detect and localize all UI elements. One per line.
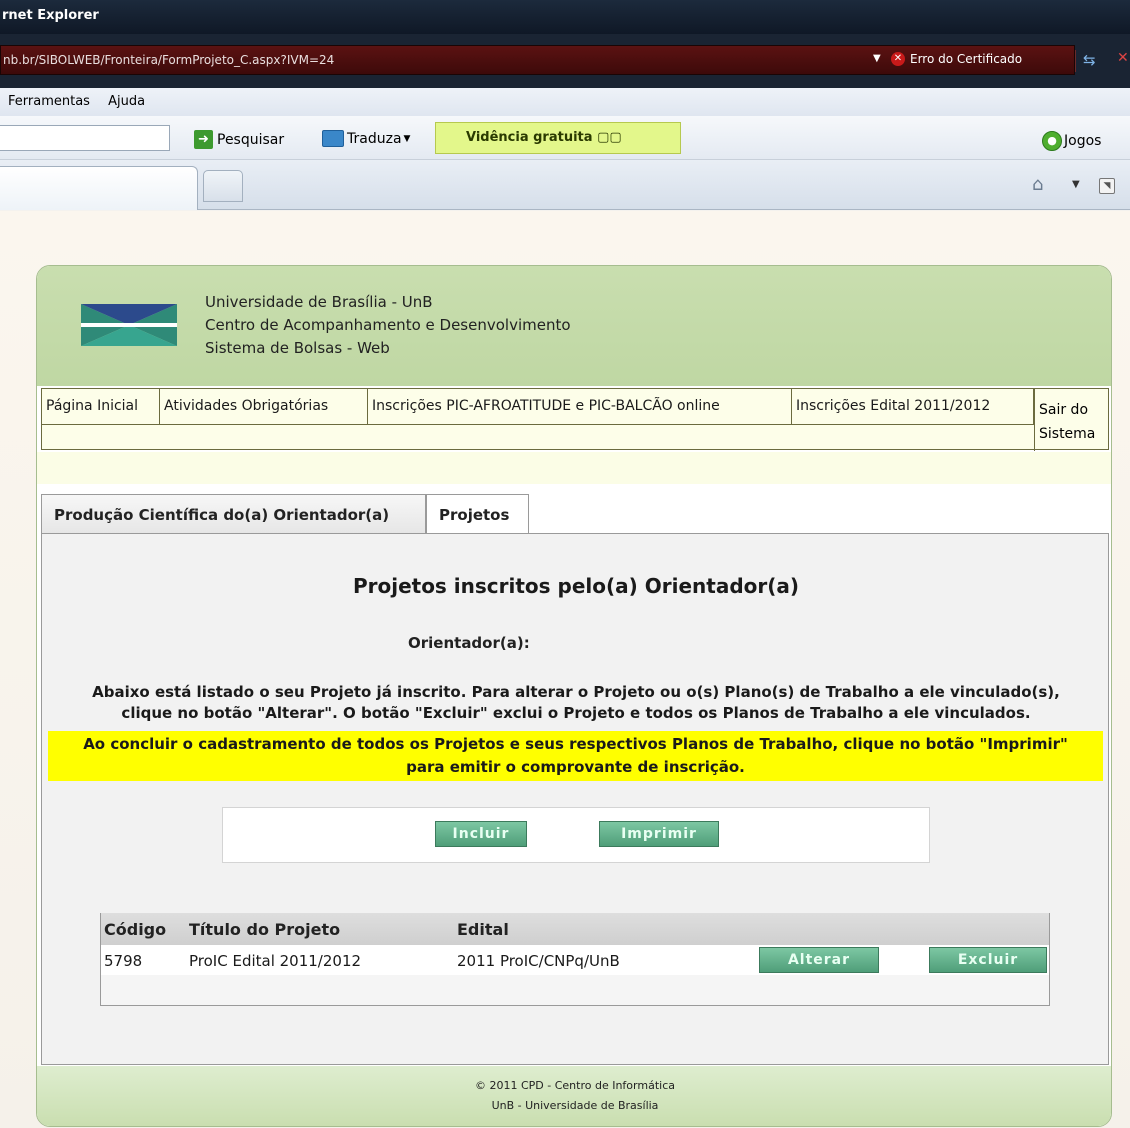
menu-item-ajuda[interactable]: Ajuda [108,94,145,109]
chevron-down-icon: ▼ [403,133,411,144]
address-field[interactable]: nb.br/SIBOLWEB/Fronteira/FormProjeto_C.a… [0,45,1129,75]
orientador-label: Orientador(a): [408,634,530,652]
games-icon: ● [1042,131,1062,151]
site-footer: © 2011 CPD - Centro de Informática UnB -… [37,1066,1111,1126]
toolbar-search-input[interactable] [0,125,170,151]
column-header-edital: Edital [457,920,509,939]
address-dropdown-icon[interactable]: ▼ [873,53,881,64]
alter-button[interactable]: Alterar [759,947,879,973]
nav-inscricoes-pic[interactable]: Inscrições PIC-AFROATITUDE e PIC-BALCÃO … [368,389,792,425]
page-title: Projetos inscritos pelo(a) Orientador(a) [352,574,800,598]
certificate-error[interactable]: ✕ Erro do Certificado [891,52,1022,66]
browser-tab-bar: ⌂ ▼ ◥ [0,160,1130,210]
cell-codigo: 5798 [104,952,143,970]
nav-pagina-inicial[interactable]: Página Inicial [42,389,160,425]
search-button[interactable]: ➜ Pesquisar [194,130,284,149]
arrow-right-icon: ➜ [194,130,213,149]
browser-tab-active[interactable] [0,166,198,210]
stop-icon[interactable]: ✕ [1117,50,1129,66]
address-url: nb.br/SIBOLWEB/Fronteira/FormProjeto_C.a… [3,53,335,67]
games-button[interactable]: ● Jogos [1042,131,1101,151]
instructions-line2: clique no botão "Alterar". O botão "Excl… [121,704,1031,722]
site-container: Universidade de Brasília - UnB Centro de… [36,265,1112,1127]
footer-line2: UnB - Universidade de Brasília [491,1099,659,1112]
menu-item-ferramentas[interactable]: Ferramentas [8,94,90,109]
nav-inscricoes-edital[interactable]: Inscrições Edital 2011/2012 [792,389,1034,425]
projects-table: Código Título do Projeto Edital 5798 Pro… [100,913,1050,1006]
promo-banner[interactable]: Vidência gratuita ▢▢ [435,122,681,154]
instructions-text: Abaixo está listado o seu Projeto já ins… [42,682,1110,724]
games-button-label: Jogos [1064,133,1102,149]
cell-edital: 2011 ProIC/CNPq/UnB [457,952,620,970]
projects-panel: Projetos inscritos pelo(a) Orientador(a)… [41,533,1109,1065]
translate-button[interactable]: Traduza ▼ [322,130,410,147]
new-tab-button[interactable] [203,170,243,202]
print-notice-line1: Ao concluir o cadastramento de todos os … [83,735,1068,753]
main-nav: Página Inicial Atividades Obrigatórias I… [41,388,1110,451]
browser-toolbar: ➜ Pesquisar Traduza ▼ Vidência gratuita … [0,116,1130,160]
translate-button-label: Traduza [347,130,402,147]
promo-banner-icon: ▢▢ [597,130,622,145]
tab-projetos[interactable]: Projetos [426,494,529,534]
footer-line1: © 2011 CPD - Centro de Informática [475,1079,675,1092]
refresh-icon[interactable]: ⇆ [1083,51,1096,69]
table-row: 5798 ProIC Edital 2011/2012 2011 ProIC/C… [101,945,1049,975]
nav-spacer [37,452,1111,484]
table-header: Código Título do Projeto Edital [101,913,1049,945]
search-button-label: Pesquisar [217,131,285,148]
print-notice: Ao concluir o cadastramento de todos os … [48,731,1103,781]
feed-icon[interactable]: ◥ [1099,178,1115,194]
column-header-titulo: Título do Projeto [189,920,341,939]
chevron-down-icon[interactable]: ▼ [1072,179,1080,190]
address-separator [1075,50,1076,72]
nav-atividades-obrigatorias[interactable]: Atividades Obrigatórias [160,389,368,425]
menu-bar: Ferramentas Ajuda [0,88,1130,116]
nav-logout-line1: Sair do [1039,402,1089,418]
site-title-line1: Universidade de Brasília - UnB [205,293,433,311]
include-button[interactable]: Incluir [435,821,527,847]
nav-logout-line2: Sistema [1039,426,1096,442]
print-button[interactable]: Imprimir [599,821,719,847]
translate-icon [322,130,344,147]
action-buttons-box: Incluir Imprimir [222,807,930,863]
window-title: rnet Explorer [2,8,99,23]
certificate-error-label: Erro do Certificado [910,52,1023,66]
site-title: Universidade de Brasília - UnB Centro de… [205,291,571,360]
promo-banner-text: Vidência gratuita [466,130,593,145]
instructions-line1: Abaixo está listado o seu Projeto já ins… [92,683,1060,701]
home-icon[interactable]: ⌂ [1032,174,1043,195]
site-title-line2: Centro de Acompanhamento e Desenvolvimen… [205,316,571,334]
unb-logo [81,304,177,346]
site-title-line3: Sistema de Bolsas - Web [205,339,390,357]
column-header-codigo: Código [104,920,167,939]
address-bar: nb.br/SIBOLWEB/Fronteira/FormProjeto_C.a… [0,34,1130,88]
window-title-bar: rnet Explorer [0,0,1130,34]
tab-producao-cientifica[interactable]: Produção Científica do(a) Orientador(a) [41,494,426,534]
print-notice-line2: para emitir o comprovante de inscrição. [406,758,745,776]
page-tabs: Produção Científica do(a) Orientador(a) … [41,494,1109,534]
page-viewport: Universidade de Brasília - UnB Centro de… [0,211,1130,1128]
site-header: Universidade de Brasília - UnB Centro de… [37,266,1111,386]
certificate-error-icon: ✕ [891,52,905,66]
nav-logout[interactable]: Sair do Sistema [1034,389,1110,451]
cell-titulo: ProIC Edital 2011/2012 [189,952,362,970]
delete-button[interactable]: Excluir [929,947,1047,973]
